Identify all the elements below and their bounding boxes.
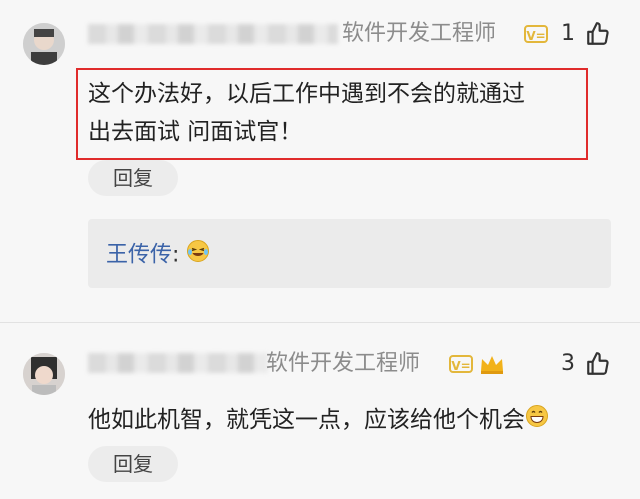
sub-reply-separator: : bbox=[172, 242, 180, 268]
comment-text-line1: 这个办法好，以后工作中遇到不会的就通过 bbox=[88, 81, 525, 107]
sub-reply-author[interactable]: 王传传 bbox=[106, 243, 172, 268]
avatar[interactable] bbox=[23, 23, 65, 65]
thumbs-up-icon[interactable] bbox=[585, 351, 611, 377]
like-count: 1 bbox=[561, 21, 575, 46]
user-title: 软件开发工程师 bbox=[266, 351, 421, 376]
comment-text: 他如此机智，就凭这一点，应该给他个机会 bbox=[88, 407, 525, 433]
username-blurred[interactable] bbox=[88, 24, 338, 44]
thumbs-up-icon[interactable] bbox=[585, 21, 611, 47]
username-blurred[interactable] bbox=[88, 353, 268, 373]
laughing-tears-emoji bbox=[186, 239, 210, 272]
grinning-emoji bbox=[525, 403, 549, 439]
avatar[interactable] bbox=[23, 353, 65, 395]
comment-text-line2: 出去面试 问面试官！ bbox=[88, 119, 303, 145]
reply-button[interactable]: 回复 bbox=[88, 160, 178, 196]
sub-reply-line: 王传传: bbox=[106, 239, 210, 272]
like-count: 3 bbox=[561, 351, 575, 376]
user-title: 软件开发工程师 bbox=[342, 21, 497, 46]
crown-icon bbox=[479, 353, 505, 381]
level-badge-icon: V= bbox=[524, 25, 548, 43]
comment-text-line: 他如此机智，就凭这一点，应该给他个机会 bbox=[88, 402, 549, 439]
comment-divider bbox=[0, 322, 640, 323]
reply-button[interactable]: 回复 bbox=[88, 446, 178, 482]
level-badge-icon: V= bbox=[449, 355, 473, 373]
